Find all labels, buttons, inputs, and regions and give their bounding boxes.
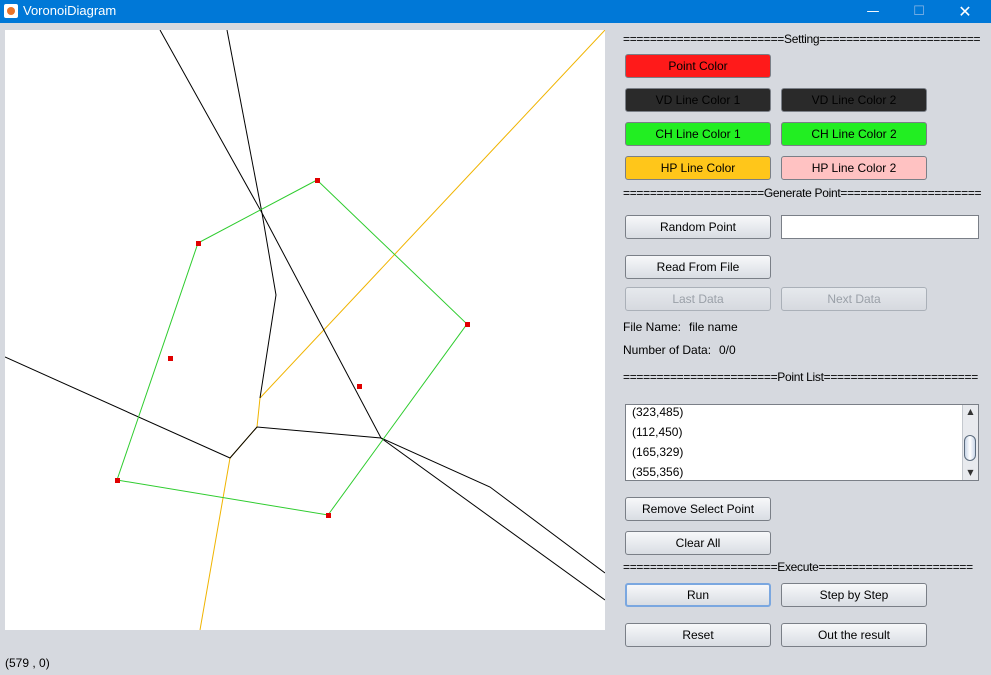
- voronoi-edge: [261, 212, 605, 574]
- point-color-button[interactable]: Point Color: [625, 54, 771, 78]
- site-point[interactable]: [357, 384, 362, 389]
- remove-select-point-button[interactable]: Remove Select Point: [625, 497, 771, 521]
- vd-line-color-2-button[interactable]: VD Line Color 2: [781, 88, 927, 112]
- site-point[interactable]: [168, 356, 173, 361]
- read-from-file-button[interactable]: Read From File: [625, 255, 771, 279]
- maximize-button[interactable]: ☐: [896, 0, 942, 23]
- next-data-button[interactable]: Next Data: [781, 287, 927, 311]
- site-point[interactable]: [196, 241, 201, 246]
- ch-line-color-1-button[interactable]: CH Line Color 1: [625, 122, 771, 146]
- file-name-value: file name: [689, 320, 738, 334]
- voronoi-svg[interactable]: [5, 30, 605, 630]
- scroll-up-icon[interactable]: ▲: [963, 405, 978, 419]
- vd-line-color-1-button[interactable]: VD Line Color 1: [625, 88, 771, 112]
- out-the-result-button[interactable]: Out the result: [781, 623, 927, 647]
- point-list-separator: =======================Point List=======…: [623, 370, 978, 384]
- close-button[interactable]: ✕: [942, 0, 988, 23]
- random-point-button[interactable]: Random Point: [625, 215, 771, 239]
- data-count-value: 0/0: [719, 343, 736, 357]
- ch-line-color-2-button[interactable]: CH Line Color 2: [781, 122, 927, 146]
- java-app-icon: [4, 4, 18, 18]
- run-button[interactable]: Run: [625, 583, 771, 607]
- execute-separator: =======================Execute==========…: [623, 560, 973, 574]
- hp-line-color-2-button[interactable]: HP Line Color 2: [781, 156, 927, 180]
- hyperplane-line: [199, 30, 605, 630]
- title-bar: VoronoiDiagram — ☐ ✕: [0, 0, 991, 23]
- last-data-button[interactable]: Last Data: [625, 287, 771, 311]
- window-title: VoronoiDiagram: [23, 3, 117, 18]
- list-item[interactable]: (165,329): [632, 445, 683, 459]
- voronoi-edge: [159, 30, 277, 399]
- generate-separator: =====================Generate Point=====…: [623, 186, 982, 200]
- list-scrollbar[interactable]: ▲ ▼: [962, 405, 978, 480]
- voronoi-edge: [5, 356, 382, 459]
- voronoi-edge: [226, 30, 263, 214]
- mouse-coords: (579 , 0): [5, 656, 50, 670]
- reset-button[interactable]: Reset: [625, 623, 771, 647]
- file-name-label: File Name:: [623, 320, 682, 334]
- setting-separator: ========================Setting=========…: [623, 32, 981, 46]
- list-item[interactable]: (323,485): [632, 405, 683, 419]
- site-point[interactable]: [315, 178, 320, 183]
- data-count-label: Number of Data:: [623, 343, 712, 357]
- random-count-input[interactable]: [781, 215, 979, 239]
- scroll-thumb[interactable]: [964, 435, 976, 461]
- point-list[interactable]: (323,485) (112,450) (165,329) (355,356) …: [625, 404, 979, 481]
- convex-hull: [116, 179, 468, 516]
- site-point[interactable]: [465, 322, 470, 327]
- site-point[interactable]: [115, 478, 120, 483]
- step-by-step-button[interactable]: Step by Step: [781, 583, 927, 607]
- minimize-button[interactable]: —: [850, 0, 896, 23]
- voronoi-edge: [380, 437, 605, 601]
- drawing-canvas[interactable]: [5, 30, 605, 630]
- list-item[interactable]: (355,356): [632, 465, 683, 479]
- hp-line-color-button[interactable]: HP Line Color: [625, 156, 771, 180]
- site-point[interactable]: [326, 513, 331, 518]
- list-item[interactable]: (112,450): [632, 425, 682, 439]
- clear-all-button[interactable]: Clear All: [625, 531, 771, 555]
- scroll-down-icon[interactable]: ▼: [963, 466, 978, 480]
